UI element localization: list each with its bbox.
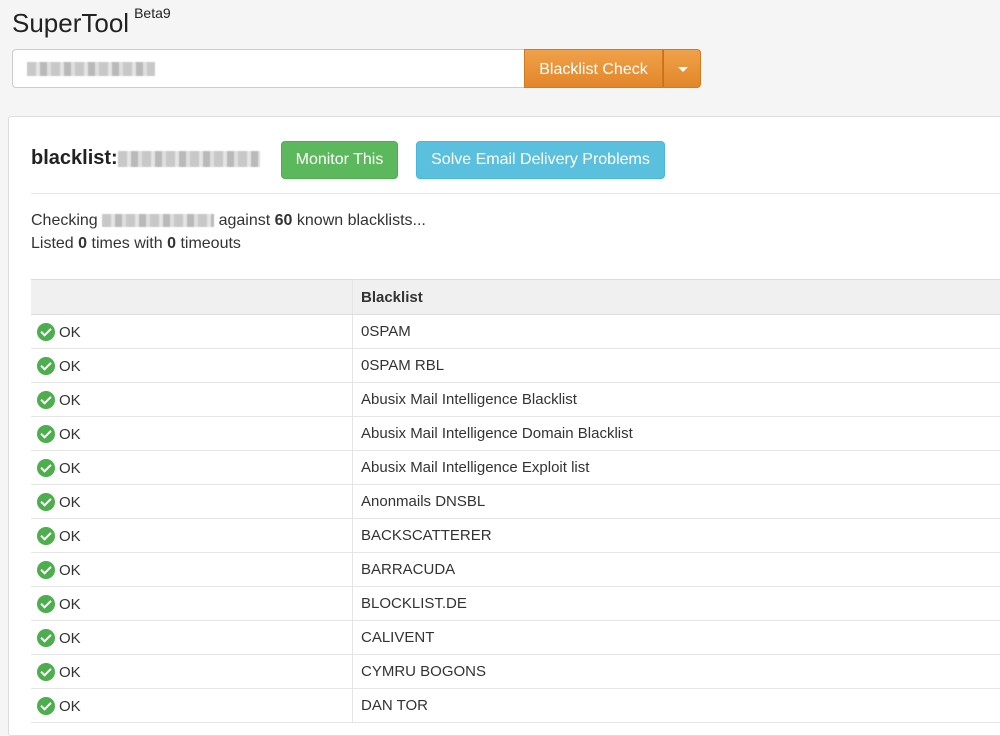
status-label: OK	[59, 358, 81, 375]
blacklist-check-button[interactable]: Blacklist Check	[524, 49, 663, 88]
divider	[31, 193, 1000, 194]
status-label: OK	[59, 596, 81, 613]
blacklist-name-cell: Abusix Mail Intelligence Blacklist	[353, 383, 1000, 417]
blacklist-name-cell: BARRACUDA	[353, 553, 1000, 587]
blacklist-name-cell: 0SPAM	[353, 315, 1000, 349]
status-cell: OK	[31, 689, 353, 723]
listed-summary: Listed 0 times with 0 timeouts	[31, 235, 241, 253]
ip-search-input[interactable]	[12, 49, 525, 88]
status-label: OK	[59, 698, 81, 715]
check-circle-icon	[37, 357, 55, 375]
table-row: OK DAN TOR	[31, 689, 1000, 723]
blacklist-name-cell: CYMRU BOGONS	[353, 655, 1000, 689]
chevron-down-icon	[678, 67, 688, 72]
status-label: OK	[59, 460, 81, 477]
status-label: OK	[59, 392, 81, 409]
status-cell: OK	[31, 451, 353, 485]
table-row: OK Abusix Mail Intelligence Domain Blackl…	[31, 417, 1000, 451]
status-cell: OK	[31, 553, 353, 587]
status-cell: OK	[31, 621, 353, 655]
status-cell: OK	[31, 383, 353, 417]
version-badge: Beta9	[134, 5, 171, 21]
status-label: OK	[59, 528, 81, 545]
results-panel: blacklist: Monitor This Solve Email Deli…	[8, 116, 1000, 736]
solve-email-delivery-button[interactable]: Solve Email Delivery Problems	[416, 141, 665, 179]
table-row: OK CALIVENT	[31, 621, 1000, 655]
status-cell: OK	[31, 485, 353, 519]
table-row: OK 0SPAM	[31, 315, 1000, 349]
blacklist-column-header: Blacklist	[353, 280, 1000, 315]
title-label: blacklist:	[31, 147, 118, 169]
blacklist-name-cell: CALIVENT	[353, 621, 1000, 655]
table-row: OK BACKSCATTERER	[31, 519, 1000, 553]
status-label: OK	[59, 494, 81, 511]
top-bar: SuperTool Beta9 Blacklist Check	[0, 0, 1000, 100]
status-column-header	[31, 280, 353, 315]
blacklist-name-cell: Abusix Mail Intelligence Domain Blacklis…	[353, 417, 1000, 451]
table-row: OK Anonmails DNSBL	[31, 485, 1000, 519]
redacted-ip	[102, 214, 214, 227]
checking-summary: Checking against 60 known blacklists...	[31, 212, 426, 230]
table-row: OK Abusix Mail Intelligence Exploit list	[31, 451, 1000, 485]
status-label: OK	[59, 324, 81, 341]
table-row: OK BARRACUDA	[31, 553, 1000, 587]
table-row: OK BLOCKLIST.DE	[31, 587, 1000, 621]
status-cell: OK	[31, 655, 353, 689]
table-row: OK CYMRU BOGONS	[31, 655, 1000, 689]
check-options-dropdown[interactable]	[663, 49, 701, 88]
blacklist-table: Blacklist OK 0SPAM OK 0SPAM RBL OK Abusix Mai…	[31, 279, 1000, 723]
listed-count: 0	[78, 235, 87, 252]
blacklist-name-cell: DAN TOR	[353, 689, 1000, 723]
table-header-row: Blacklist	[31, 280, 1000, 315]
check-circle-icon	[37, 561, 55, 579]
status-cell: OK	[31, 519, 353, 553]
status-label: OK	[59, 562, 81, 579]
status-cell: OK	[31, 315, 353, 349]
monitor-this-button[interactable]: Monitor This	[281, 141, 398, 179]
status-cell: OK	[31, 417, 353, 451]
check-circle-icon	[37, 391, 55, 409]
check-circle-icon	[37, 459, 55, 477]
blacklist-name-cell: BACKSCATTERER	[353, 519, 1000, 553]
check-circle-icon	[37, 527, 55, 545]
check-circle-icon	[37, 663, 55, 681]
check-circle-icon	[37, 493, 55, 511]
status-label: OK	[59, 664, 81, 681]
brand-name: SuperTool	[12, 8, 129, 38]
check-circle-icon	[37, 629, 55, 647]
status-label: OK	[59, 630, 81, 647]
blacklist-name-cell: 0SPAM RBL	[353, 349, 1000, 383]
check-circle-icon	[37, 697, 55, 715]
redacted-ip	[27, 62, 155, 76]
table-row: OK Abusix Mail Intelligence Blacklist	[31, 383, 1000, 417]
check-circle-icon	[37, 595, 55, 613]
blacklist-name-cell: Abusix Mail Intelligence Exploit list	[353, 451, 1000, 485]
search-group: Blacklist Check	[12, 49, 701, 88]
blacklist-count: 60	[275, 212, 293, 229]
page-title: blacklist:	[31, 147, 260, 170]
app-brand: SuperTool Beta9	[12, 8, 171, 39]
check-circle-icon	[37, 323, 55, 341]
status-cell: OK	[31, 587, 353, 621]
status-label: OK	[59, 426, 81, 443]
timeout-count: 0	[167, 235, 176, 252]
redacted-ip	[118, 151, 260, 167]
table-row: OK 0SPAM RBL	[31, 349, 1000, 383]
check-circle-icon	[37, 425, 55, 443]
blacklist-name-cell: BLOCKLIST.DE	[353, 587, 1000, 621]
status-cell: OK	[31, 349, 353, 383]
blacklist-name-cell: Anonmails DNSBL	[353, 485, 1000, 519]
